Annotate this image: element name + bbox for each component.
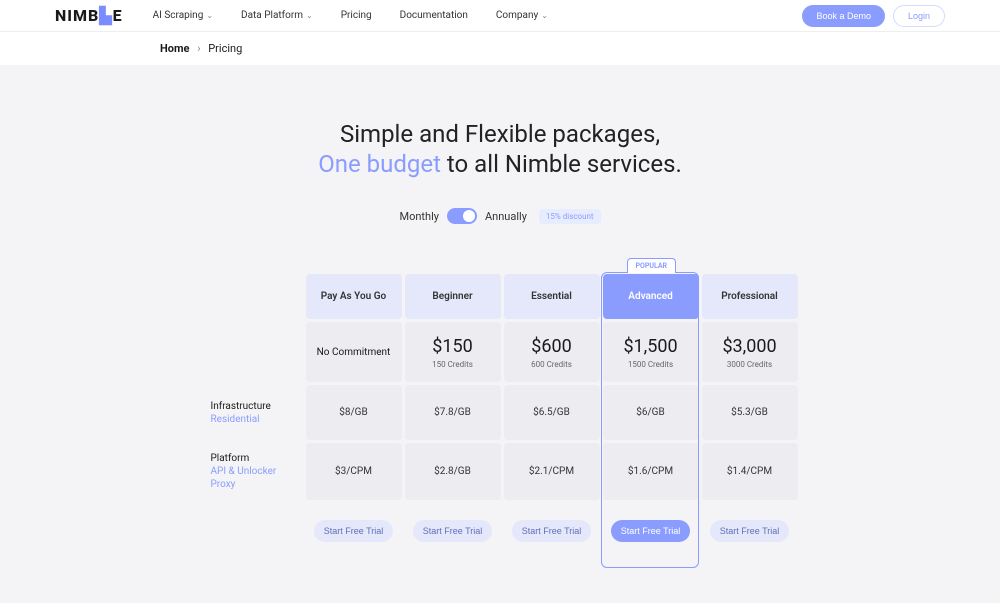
start-trial-button-0[interactable]: Start Free Trial xyxy=(314,520,394,542)
heading-line2: One budget to all Nimble services. xyxy=(0,150,1000,178)
plan-price-cell-1: $150 150 Credits xyxy=(405,322,501,382)
platform-cell-1: $2.8/GB xyxy=(405,443,501,500)
row-label-infra: InfrastructureResidential xyxy=(203,385,303,440)
chevron-down-icon: ⌄ xyxy=(206,11,213,20)
nav-item-label: Company xyxy=(496,10,538,21)
plan-price-cell-2: $600 600 Credits xyxy=(504,322,600,382)
nav-item-documentation[interactable]: Documentation xyxy=(400,10,468,21)
chevron-down-icon: ⌄ xyxy=(541,11,548,20)
plan-header-0: Pay As You Go xyxy=(306,274,402,319)
start-trial-button-1[interactable]: Start Free Trial xyxy=(413,520,493,542)
empty-cell xyxy=(203,274,303,319)
cta-cell-1: Start Free Trial xyxy=(405,503,501,558)
plan-header-1: Beginner xyxy=(405,274,501,319)
chevron-down-icon: ⌄ xyxy=(306,11,313,20)
empty-cell xyxy=(203,503,303,558)
start-trial-button-4[interactable]: Start Free Trial xyxy=(710,520,790,542)
logo[interactable]: NIMB▙E xyxy=(55,6,123,25)
page-heading: Simple and Flexible packages, One budget… xyxy=(0,120,1000,178)
empty-cell xyxy=(203,322,303,382)
plan-credits: 150 Credits xyxy=(432,360,473,369)
nav-item-ai-scraping[interactable]: AI Scraping⌄ xyxy=(153,10,213,21)
platform-cell-4: $1.4/CPM xyxy=(702,443,798,500)
infra-cell-4: $5.3/GB xyxy=(702,385,798,440)
nav-item-label: AI Scraping xyxy=(153,10,204,21)
plan-price-cell-0: No Commitment xyxy=(306,322,402,382)
plan-price: $3,000 xyxy=(722,336,776,357)
nav-actions: Book a Demo Login xyxy=(802,5,945,27)
chevron-right-icon: › xyxy=(197,42,200,55)
cta-cell-2: Start Free Trial xyxy=(504,503,600,558)
plan-header-3: Advanced xyxy=(603,274,699,319)
main-content: Simple and Flexible packages, One budget… xyxy=(0,65,1000,603)
nav-items: AI Scraping⌄Data Platform⌄PricingDocumen… xyxy=(153,10,803,21)
infra-cell-1: $7.8/GB xyxy=(405,385,501,440)
pricing-grid: Pay As You GoBeginnerEssentialAdvancedPr… xyxy=(203,274,798,558)
plan-header-2: Essential xyxy=(504,274,600,319)
plan-price: $150 xyxy=(432,336,472,357)
platform-cell-0: $3/CPM xyxy=(306,443,402,500)
nav-item-label: Data Platform xyxy=(241,10,303,21)
plan-credits: 3000 Credits xyxy=(727,360,772,369)
discount-badge: 15% discount xyxy=(539,209,601,224)
nav-item-label: Documentation xyxy=(400,10,468,21)
plan-header-4: Professional xyxy=(702,274,798,319)
book-demo-button[interactable]: Book a Demo xyxy=(802,5,885,27)
billing-toggle[interactable] xyxy=(447,208,477,224)
plan-credits: 600 Credits xyxy=(531,360,572,369)
platform-cell-3: $1.6/CPM xyxy=(603,443,699,500)
nav-item-data-platform[interactable]: Data Platform⌄ xyxy=(241,10,313,21)
start-trial-button-2[interactable]: Start Free Trial xyxy=(512,520,592,542)
infra-cell-0: $8/GB xyxy=(306,385,402,440)
plan-price: $1,500 xyxy=(623,336,677,357)
nav-item-label: Pricing xyxy=(341,10,372,21)
cta-cell-4: Start Free Trial xyxy=(702,503,798,558)
plan-credits: 1500 Credits xyxy=(628,360,673,369)
navbar: NIMB▙E AI Scraping⌄Data Platform⌄Pricing… xyxy=(0,0,1000,32)
platform-cell-2: $2.1/CPM xyxy=(504,443,600,500)
breadcrumb-home[interactable]: Home xyxy=(160,42,189,55)
toggle-monthly-label[interactable]: Monthly xyxy=(399,210,439,223)
billing-toggle-row: Monthly Annually 15% discount xyxy=(0,208,1000,224)
infra-cell-3: $6/GB xyxy=(603,385,699,440)
toggle-annually-label[interactable]: Annually xyxy=(485,210,527,223)
login-button[interactable]: Login xyxy=(893,5,945,27)
breadcrumb-current: Pricing xyxy=(208,42,242,55)
plan-price-cell-4: $3,000 3000 Credits xyxy=(702,322,798,382)
start-trial-button-3[interactable]: Start Free Trial xyxy=(611,520,691,542)
nav-item-company[interactable]: Company⌄ xyxy=(496,10,548,21)
popular-badge: POPULAR xyxy=(627,258,677,273)
plan-price: $600 xyxy=(531,336,571,357)
plan-price-cell-3: $1,500 1500 Credits xyxy=(603,322,699,382)
plan-price: No Commitment xyxy=(317,347,391,358)
cta-cell-3: Start Free Trial xyxy=(603,503,699,558)
nav-item-pricing[interactable]: Pricing xyxy=(341,10,372,21)
cta-cell-0: Start Free Trial xyxy=(306,503,402,558)
infra-cell-2: $6.5/GB xyxy=(504,385,600,440)
breadcrumb: Home › Pricing xyxy=(0,32,1000,65)
toggle-knob xyxy=(463,210,475,222)
heading-line1: Simple and Flexible packages, xyxy=(0,120,1000,148)
row-label-platform: PlatformAPI & UnlockerProxy xyxy=(203,443,303,500)
